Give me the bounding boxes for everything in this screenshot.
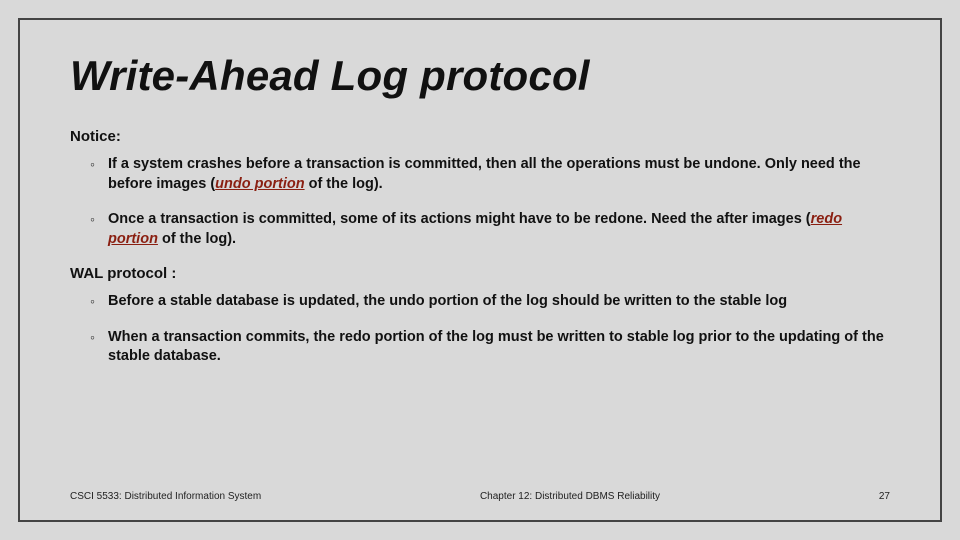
notice-item-1-emph: undo portion — [215, 176, 304, 192]
wal-item-2-text: When a transaction commits, the redo por… — [108, 329, 884, 365]
footer-chapter: Chapter 12: Distributed DBMS Reliability — [290, 491, 850, 502]
footer-course: CSCI 5533: Distributed Information Syste… — [70, 491, 290, 502]
slide-footer: CSCI 5533: Distributed Information Syste… — [70, 491, 890, 502]
footer-page: 27 — [850, 491, 890, 502]
wal-heading: WAL protocol : — [70, 265, 890, 282]
wal-item-1-text: Before a stable database is updated, the… — [108, 293, 787, 309]
notice-item-2-post: of the log). — [158, 231, 236, 247]
notice-item-2: Once a transaction is committed, some of… — [94, 210, 890, 249]
notice-item-2-pre: Once a transaction is committed, some of… — [108, 211, 811, 227]
wal-item-1: Before a stable database is updated, the… — [94, 292, 890, 312]
slide-title: Write-Ahead Log protocol — [70, 52, 890, 100]
notice-heading: Notice: — [70, 128, 890, 145]
wal-item-2: When a transaction commits, the redo por… — [94, 328, 890, 367]
wal-list: Before a stable database is updated, the… — [70, 292, 890, 367]
notice-list: If a system crashes before a transaction… — [70, 155, 890, 249]
slide-frame: Write-Ahead Log protocol Notice: If a sy… — [18, 18, 942, 522]
slide: Write-Ahead Log protocol Notice: If a sy… — [0, 0, 960, 540]
notice-item-1-post: of the log). — [305, 176, 383, 192]
notice-item-1: If a system crashes before a transaction… — [94, 155, 890, 194]
